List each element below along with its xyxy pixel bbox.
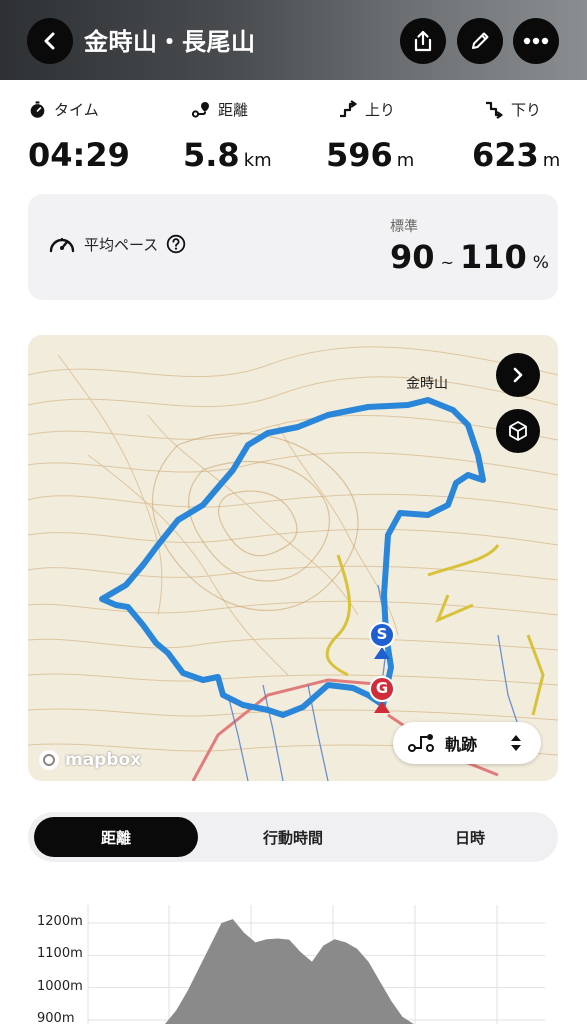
stat-time: タイム 04:29	[28, 96, 130, 175]
elevation-area	[165, 919, 425, 1024]
average-pace-label: 平均ペース	[84, 235, 159, 254]
topographic-map	[28, 335, 558, 781]
share-icon	[414, 30, 432, 52]
pace-range-low: 90	[390, 238, 435, 276]
stat-ascent-label: 上り	[365, 100, 396, 119]
stat-ascent: 上り 596 m	[326, 96, 414, 174]
stat-time-label: タイム	[54, 100, 99, 119]
x-axis-mode-segmented-control: 距離 行動時間 日時	[28, 812, 558, 862]
pace-range: 90 ~110%	[390, 238, 549, 276]
elevation-chart: 1200m 1100m 1000m 900m	[0, 895, 587, 1026]
stat-descent: 下り 623 m	[472, 96, 561, 175]
stopwatch-icon	[30, 100, 45, 118]
route-icon	[191, 102, 209, 118]
y-tick-label: 1200m	[37, 914, 83, 929]
goal-marker-label: G	[375, 679, 389, 697]
stat-ascent-value: 596	[326, 136, 393, 174]
stat-descent-label: 下り	[511, 100, 542, 119]
more-options-button[interactable]	[513, 18, 559, 64]
speedometer-icon	[49, 238, 75, 253]
track-route-icon	[408, 734, 434, 752]
help-icon[interactable]	[166, 234, 186, 254]
stat-distance-value: 5.8	[183, 136, 240, 174]
stat-distance-label: 距離	[218, 100, 249, 119]
mapbox-attribution: mapbox	[38, 749, 141, 771]
map-3d-button[interactable]	[496, 409, 540, 453]
header-bar: 金時山・長尾山	[0, 0, 587, 80]
mapbox-logo-icon	[39, 750, 59, 770]
segment-datetime[interactable]: 日時	[388, 817, 552, 857]
route-map[interactable]: S G 金時山 mapbox 軌跡	[28, 335, 558, 781]
stat-ascent-unit: m	[396, 150, 415, 171]
map-expand-button[interactable]	[496, 353, 540, 397]
share-button[interactable]	[400, 18, 446, 64]
back-button[interactable]	[27, 18, 73, 64]
ellipsis-icon	[523, 37, 549, 45]
y-tick-label: 1000m	[37, 978, 83, 994]
pencil-icon	[472, 32, 489, 49]
stat-descent-unit: m	[542, 150, 561, 171]
descent-icon	[486, 101, 503, 119]
pace-standard-label: 標準	[390, 219, 418, 235]
summit-label: 金時山	[406, 376, 448, 392]
pace-range-tilde: ~	[440, 253, 454, 272]
stat-time-value: 04:29	[28, 136, 130, 174]
page-title: 金時山・長尾山	[84, 28, 256, 56]
mapbox-text: mapbox	[65, 750, 142, 770]
cube-icon	[509, 421, 527, 441]
pace-range-percent: %	[532, 253, 549, 273]
chevron-left-icon	[44, 32, 55, 50]
edit-button[interactable]	[457, 18, 503, 64]
segment-distance[interactable]: 距離	[34, 817, 198, 857]
stat-descent-value: 623	[472, 136, 539, 174]
ascent-icon	[340, 100, 357, 118]
start-marker-label: S	[376, 625, 388, 643]
y-tick-label: 1100m	[37, 946, 83, 962]
average-pace-card: 平均ペース 標準 90 ~110%	[28, 194, 558, 300]
chevron-right-icon	[513, 367, 523, 383]
elevation-chart-svg	[87, 905, 545, 1024]
stat-distance: 距離 5.8 km	[183, 96, 272, 175]
track-mode-label: 軌跡	[445, 735, 478, 754]
segment-active-time[interactable]: 行動時間	[210, 817, 376, 857]
track-mode-selector[interactable]: 軌跡	[393, 722, 541, 764]
sort-updown-icon	[511, 735, 522, 751]
pace-range-high: 110	[459, 238, 527, 276]
stat-distance-unit: km	[243, 150, 272, 171]
